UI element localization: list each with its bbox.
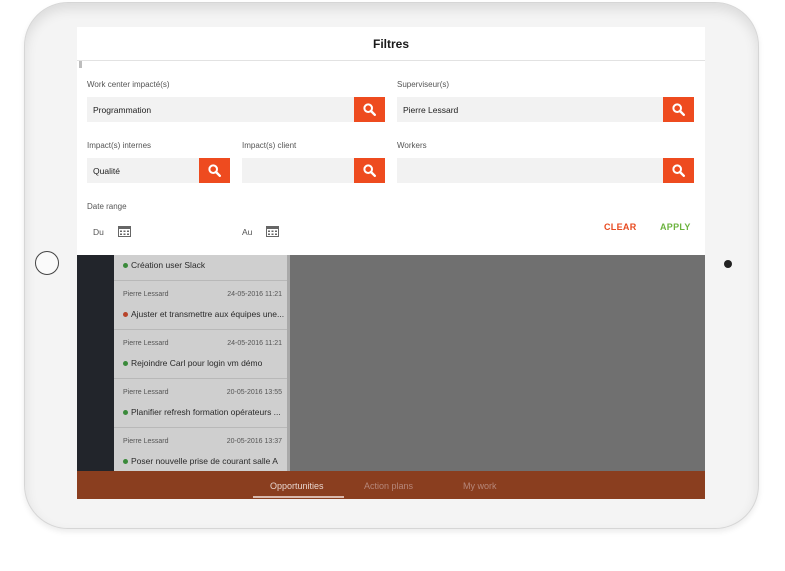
- list-item-date: 20-05-2016 13:37: [226, 438, 282, 445]
- superviseur-label: Superviseur(s): [397, 80, 450, 89]
- calendar-icon[interactable]: [118, 225, 131, 237]
- impact-internes-search-button[interactable]: [199, 158, 230, 183]
- date-to-label: Au: [242, 227, 253, 237]
- work-center-value: Programmation: [93, 105, 152, 115]
- status-dot: [123, 312, 128, 317]
- panel-scrollbar[interactable]: [79, 61, 82, 68]
- detail-pane: [290, 255, 705, 471]
- work-center-search-button[interactable]: [354, 97, 385, 122]
- filter-panel: Filtres Work center impacté(s) Programma…: [77, 27, 705, 255]
- work-center-label: Work center impacté(s): [87, 80, 170, 89]
- impact-client-search-button[interactable]: [354, 158, 385, 183]
- list-item-date: 24-05-2016 11:21: [227, 291, 282, 298]
- impact-internes-label: Impact(s) internes: [87, 141, 152, 150]
- active-tab-indicator: [253, 496, 344, 498]
- tablet-screen: Création user Slack Pierre Lessard 24-05…: [77, 27, 705, 499]
- search-icon: [363, 103, 376, 116]
- workers-label: Workers: [397, 141, 427, 150]
- impact-internes-value: Qualité: [93, 166, 120, 176]
- title-divider: [77, 60, 705, 61]
- impact-client-label: Impact(s) client: [242, 141, 297, 150]
- status-dot: [123, 410, 128, 415]
- calendar-icon[interactable]: [266, 225, 279, 237]
- list-item-date: 24-05-2016 11:21: [227, 340, 282, 347]
- list-item-author: Pierre Lessard: [123, 291, 169, 298]
- search-icon: [672, 103, 685, 116]
- bottom-nav: Opportunities Action plans My work: [77, 471, 705, 499]
- list-item[interactable]: Pierre Lessard 24-05-2016 11:21 Rejoindr…: [114, 330, 290, 379]
- superviseur-search-button[interactable]: [663, 97, 694, 122]
- impact-internes-input[interactable]: Qualité: [87, 158, 199, 183]
- list-item-title: Rejoindre Carl pour login vm démo: [131, 358, 263, 368]
- list-item[interactable]: Pierre Lessard 24-05-2016 11:21 Ajuster …: [114, 281, 290, 330]
- tab-opportunities[interactable]: Opportunities: [270, 481, 324, 491]
- workers-search-button[interactable]: [663, 158, 694, 183]
- list-item-author: Pierre Lessard: [123, 389, 169, 396]
- opportunity-list: Création user Slack Pierre Lessard 24-05…: [114, 255, 290, 471]
- tab-action-plans[interactable]: Action plans: [364, 481, 413, 491]
- list-item[interactable]: Pierre Lessard 20-05-2016 13:55 Planifie…: [114, 379, 290, 428]
- status-dot: [123, 263, 128, 268]
- search-icon: [208, 164, 221, 177]
- side-rail: [77, 255, 114, 471]
- search-icon: [363, 164, 376, 177]
- clear-button[interactable]: CLEAR: [604, 222, 637, 232]
- list-item-title: Ajuster et transmettre aux équipes une..…: [131, 309, 285, 319]
- list-item-title: Création user Slack: [131, 260, 206, 270]
- impact-client-input[interactable]: [242, 158, 354, 183]
- list-item-date: 20-05-2016 13:55: [226, 389, 282, 396]
- status-dot: [123, 459, 128, 464]
- panel-title: Filtres: [372, 37, 409, 51]
- superviseur-value: Pierre Lessard: [403, 105, 459, 115]
- home-button[interactable]: [35, 251, 59, 275]
- list-item-author: Pierre Lessard: [123, 438, 169, 445]
- date-range-label: Date range: [87, 202, 127, 211]
- superviseur-input[interactable]: Pierre Lessard: [397, 97, 663, 122]
- apply-button[interactable]: APPLY: [660, 222, 691, 232]
- camera: [724, 260, 732, 268]
- search-icon: [672, 164, 685, 177]
- work-center-input[interactable]: Programmation: [87, 97, 354, 122]
- list-item-title: Planifier refresh formation opérateurs .…: [131, 407, 281, 417]
- list-item-author: Pierre Lessard: [123, 340, 169, 347]
- status-dot: [123, 361, 128, 366]
- date-from-label: Du: [93, 227, 104, 237]
- list-item[interactable]: Pierre Lessard 20-05-2016 13:37 Poser no…: [114, 428, 290, 477]
- workers-input[interactable]: [397, 158, 663, 183]
- list-item-title: Poser nouvelle prise de courant salle A: [131, 456, 278, 466]
- tab-my-work[interactable]: My work: [463, 481, 497, 491]
